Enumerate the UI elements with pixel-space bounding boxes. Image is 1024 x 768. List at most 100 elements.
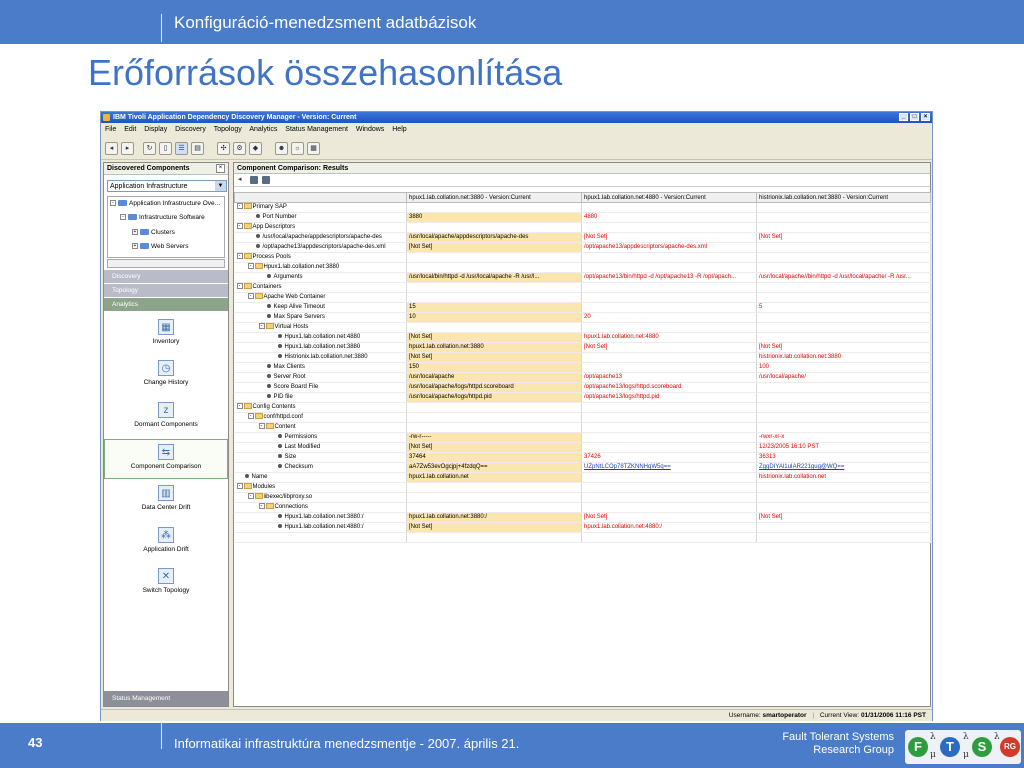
table-row[interactable]: - App Descriptors xyxy=(234,222,931,233)
minimize-icon[interactable]: _ xyxy=(899,113,908,121)
table-row[interactable]: - Modules xyxy=(234,482,931,493)
table-row[interactable]: - Connections xyxy=(234,502,931,513)
tree-view-icon[interactable]: ☰ xyxy=(175,142,188,155)
tree-node[interactable]: - Infrastructure Software xyxy=(120,213,205,222)
organization-line-2: Research Group xyxy=(813,744,894,756)
table-row[interactable]: Max Clients 150 100 xyxy=(234,362,931,373)
table-row[interactable]: Last Modified [Not Set] 12/23/2005 16:10 P… xyxy=(234,442,931,453)
expand-icon[interactable]: + xyxy=(132,229,138,236)
column-header[interactable]: hpux1.lab.collation.net:3880 - Version:C… xyxy=(406,192,582,203)
collapse-icon[interactable]: - xyxy=(247,293,254,300)
table-row[interactable]: - Content xyxy=(234,422,931,433)
collapse-icon[interactable]: - xyxy=(247,493,254,500)
expand-icon[interactable]: + xyxy=(132,243,138,250)
table-row[interactable]: /usr/local/apache/appdescriptors/apache-… xyxy=(234,232,931,243)
analytics-application-drift[interactable]: ⁂ Application Drift xyxy=(104,523,228,563)
table-row[interactable]: Hpux1.lab.collation.net:4880 [Not Set] hpu… xyxy=(234,332,931,343)
collapse-icon[interactable]: - xyxy=(236,203,243,210)
table-row[interactable]: - Primary SAP xyxy=(234,202,931,213)
collapse-icon[interactable]: - xyxy=(120,214,126,221)
component-type-select[interactable]: Application Infrastructure ▼ xyxy=(107,180,227,192)
collapse-icon[interactable]: - xyxy=(236,253,243,260)
column-header[interactable]: histrionix.lab.collation.net:3880 - Vers… xyxy=(756,192,931,203)
tree-node[interactable]: + Web Servers xyxy=(132,242,188,251)
analytics-inventory[interactable]: ▦ Inventory xyxy=(104,315,228,355)
analytics-dormant-components[interactable]: z Dormant Components xyxy=(104,398,228,438)
close-icon[interactable]: × xyxy=(921,113,930,121)
print-icon[interactable] xyxy=(262,176,270,184)
panel-icon[interactable]: ▯ xyxy=(159,142,172,155)
tree-horizontal-scrollbar[interactable] xyxy=(107,259,225,268)
panel-close-icon[interactable]: × xyxy=(216,164,225,173)
table-row[interactable]: Checksum aA7Zw53evOgcjpj+4fzdqQ== UZpNtLCO… xyxy=(234,462,931,473)
collapse-icon[interactable]: - xyxy=(236,483,243,490)
menu-analytics[interactable]: Analytics xyxy=(249,126,277,133)
nav-status-management[interactable]: Status Management xyxy=(104,691,228,706)
table-row[interactable]: - Containers xyxy=(234,282,931,293)
menu-display[interactable]: Display xyxy=(144,126,167,133)
table-row[interactable]: Keep Alive Timeout 15 5 xyxy=(234,302,931,313)
menu-edit[interactable]: Edit xyxy=(124,126,136,133)
table-row[interactable]: Hpux1.lab.collation.net:4880:/ [Not Set] h… xyxy=(234,522,931,533)
table-row[interactable]: Size 37464 37426 36313 xyxy=(234,452,931,463)
collapse-icon[interactable]: - xyxy=(258,503,265,510)
table-row[interactable]: Server Root/usr/local/apache/opt/apache1… xyxy=(234,372,931,383)
table-row[interactable]: - Virtual Hosts xyxy=(234,322,931,333)
refresh-icon[interactable]: ↻ xyxy=(143,142,156,155)
table-row[interactable]: Name hpux1.lab.collation.net histrionix.la… xyxy=(234,472,931,483)
table-view-icon[interactable]: ▤ xyxy=(191,142,204,155)
table-row[interactable]: - conf/httpd.conf xyxy=(234,412,931,423)
network-icon[interactable]: ▦ xyxy=(307,142,320,155)
tree-node[interactable]: + Clusters xyxy=(132,228,175,237)
table-row[interactable]: Hpux1.lab.collation.net:3880:/ hpux1.lab.… xyxy=(234,512,931,523)
table-row[interactable]: /opt/apache13/appdescriptors/apache-des.… xyxy=(234,242,931,253)
table-row[interactable]: - Apache Web Container xyxy=(234,292,931,303)
table-row[interactable]: Score Board File/usr/local/apache/logs/h… xyxy=(234,382,931,393)
collapse-icon[interactable]: - xyxy=(236,283,243,290)
chevron-down-icon[interactable]: ▼ xyxy=(215,181,226,191)
menu-discovery[interactable]: Discovery xyxy=(175,126,206,133)
menu-topology[interactable]: Topology xyxy=(214,126,242,133)
maximize-icon[interactable]: □ xyxy=(910,113,919,121)
topology-icon[interactable]: ✣ xyxy=(217,142,230,155)
table-row[interactable]: Hpux1.lab.collation.net:3880 hpux1.lab.co… xyxy=(234,342,931,353)
nav-discovery[interactable]: Discovery xyxy=(104,270,228,283)
menu-status-management[interactable]: Status Management xyxy=(285,126,348,133)
menu-help[interactable]: Help xyxy=(392,126,406,133)
table-row[interactable]: Arguments/usr/local/bin/httpd -d /usr/lo… xyxy=(234,272,931,283)
collapse-icon[interactable]: - xyxy=(258,323,265,330)
table-row[interactable]: Permissions -rw-r----- -rwxr-xr-x xyxy=(234,432,931,443)
column-header[interactable]: hpux1.lab.collation.net:4880 - Version:C… xyxy=(581,192,757,203)
table-row[interactable]: - libexec/libproxy.so xyxy=(234,492,931,503)
save-icon[interactable] xyxy=(250,176,258,184)
tree-node[interactable]: - Application Infrastructure Ove... xyxy=(110,199,220,208)
collapse-icon[interactable]: - xyxy=(110,200,116,207)
table-row[interactable]: - Config Contents xyxy=(234,402,931,413)
components-icon[interactable]: ⚙ xyxy=(233,142,246,155)
analytics-component-comparison[interactable]: ⇆ Component Comparison xyxy=(104,439,228,479)
analytics-change-history[interactable]: ◷ Change History xyxy=(104,356,228,396)
table-row[interactable]: PID file/usr/local/apache/logs/httpd.pid… xyxy=(234,392,931,403)
menu-windows[interactable]: Windows xyxy=(356,126,384,133)
collapse-icon[interactable]: - xyxy=(247,413,254,420)
nav-topology[interactable]: Topology xyxy=(104,284,228,297)
analytics-switch-topology[interactable]: ✕ Switch Topology xyxy=(104,564,228,604)
collapse-icon[interactable]: - xyxy=(247,263,254,270)
nav-analytics[interactable]: Analytics xyxy=(104,298,228,311)
table-row[interactable]: - Hpux1.lab.collation.net:3880 xyxy=(234,262,931,273)
collapse-icon[interactable]: - xyxy=(258,423,265,430)
analytics-data-center-drift[interactable]: ▥ Data Center Drift xyxy=(104,481,228,521)
forward-icon[interactable]: ▸ xyxy=(121,142,134,155)
menu-file[interactable]: File xyxy=(105,126,116,133)
back-icon[interactable]: ◂ xyxy=(238,176,246,184)
collapse-icon[interactable]: - xyxy=(236,223,243,230)
table-row[interactable]: Port Number 3880 4880 xyxy=(234,212,931,223)
table-row[interactable]: - Process Pools xyxy=(234,252,931,263)
group-icon[interactable]: ☼ xyxy=(291,142,304,155)
back-icon[interactable]: ◂ xyxy=(105,142,118,155)
collapse-icon[interactable]: - xyxy=(236,403,243,410)
table-row[interactable]: Max Spare Servers 10 20 xyxy=(234,312,931,323)
table-row[interactable]: Histrionix.lab.collation.net:3880 [Not Se… xyxy=(234,352,931,363)
cube-icon[interactable]: ◆ xyxy=(249,142,262,155)
users-icon[interactable]: ☻ xyxy=(275,142,288,155)
